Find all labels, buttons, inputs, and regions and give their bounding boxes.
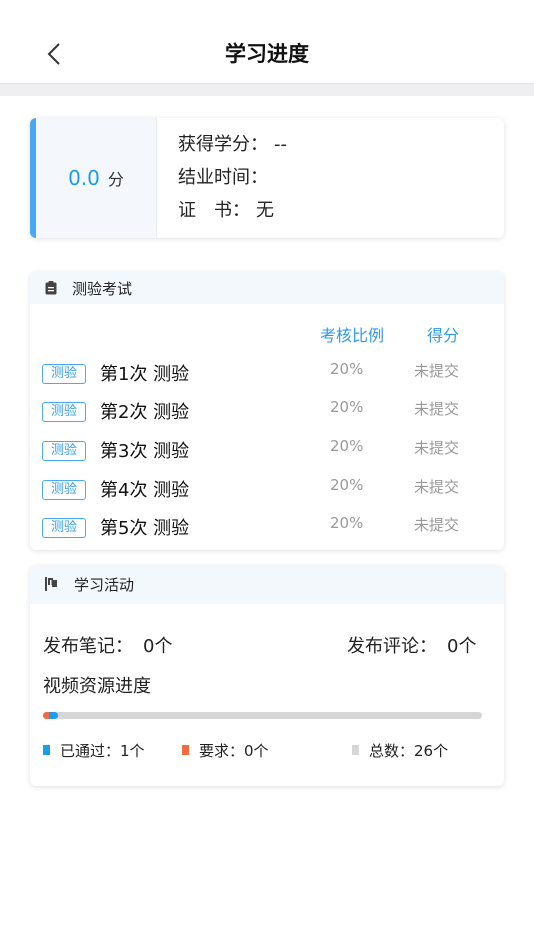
- quiz-name: 第2次 测验: [100, 402, 190, 423]
- legend-passed: 已通过：1个: [43, 740, 145, 761]
- credit-row: 获得学分： --: [178, 132, 287, 165]
- activity-section-title: 学习活动: [74, 576, 135, 594]
- quiz-name: 第5次 测验: [100, 518, 190, 539]
- quiz-status: 未提交: [414, 400, 460, 418]
- quiz-name: 第1次 测验: [100, 364, 190, 385]
- quiz-tag: 测验: [42, 402, 86, 422]
- score-column-header: 得分: [427, 326, 460, 345]
- legend-total-marker: [352, 745, 359, 755]
- score-summary: 0.0 分: [36, 118, 157, 238]
- quiz-status: 未提交: [414, 478, 460, 496]
- quiz-ratio: 20%: [330, 476, 364, 494]
- activity-section-header: 学习活动: [30, 566, 504, 604]
- quiz-ratio: 20%: [330, 398, 364, 416]
- quiz-ratio: 20%: [330, 437, 364, 455]
- quiz-ratio: 20%: [330, 514, 364, 532]
- comments-count: 发布评论： 0个: [347, 632, 476, 658]
- legend-passed-text: 已通过：1个: [60, 742, 145, 760]
- quiz-tag: 测验: [42, 364, 86, 384]
- page-title: 学习进度: [225, 42, 309, 66]
- video-progress-bar: [43, 712, 482, 719]
- legend-passed-marker: [43, 745, 50, 755]
- ratio-column-header: 考核比例: [320, 326, 385, 345]
- clipboard-icon: [45, 281, 57, 295]
- legend-required: 要求：0个: [182, 740, 269, 761]
- completion-row: 结业时间：: [178, 165, 287, 198]
- quiz-card: 测验考试 考核比例 得分 测验 第1次 测验 20% 未提交 测验 第2次 测验…: [30, 272, 504, 550]
- activity-card: 学习活动 发布笔记： 0个 发布评论： 0个 视频资源进度 已通过：1个 要求：0个…: [30, 566, 504, 786]
- score-value: 0.0: [68, 166, 100, 190]
- quiz-status: 未提交: [414, 362, 460, 380]
- quiz-section-title: 测验考试: [72, 280, 133, 298]
- legend-required-text: 要求：0个: [199, 742, 269, 760]
- certificate-row: 证 书： 无: [178, 198, 287, 231]
- quiz-row[interactable]: 测验 第3次 测验 20% 未提交: [30, 435, 504, 473]
- quiz-tag: 测验: [42, 441, 86, 461]
- legend-total: 总数：26个: [352, 740, 448, 761]
- notes-value: 0个: [143, 636, 173, 657]
- certificate-label: 证 书：: [178, 200, 250, 221]
- comments-value: 0个: [447, 636, 477, 657]
- legend-total-text: 总数：26个: [369, 742, 449, 760]
- notes-label: 发布笔记：: [43, 636, 133, 657]
- quiz-name: 第3次 测验: [100, 441, 190, 462]
- quiz-tag: 测验: [42, 518, 86, 538]
- comments-label: 发布评论：: [347, 636, 437, 657]
- quiz-status: 未提交: [414, 516, 460, 534]
- nav-bar: 学习进度: [0, 0, 534, 84]
- credit-value: --: [274, 134, 287, 155]
- quiz-tag: 测验: [42, 480, 86, 500]
- quiz-section-header: 测验考试: [30, 272, 504, 304]
- quiz-ratio: 20%: [330, 360, 364, 378]
- completion-label: 结业时间：: [178, 167, 268, 188]
- credit-label: 获得学分：: [178, 134, 268, 155]
- quiz-row[interactable]: 测验 第1次 测验 20% 未提交: [30, 358, 504, 396]
- header-divider: [0, 84, 534, 96]
- flag-icon: [45, 577, 57, 591]
- quiz-status: 未提交: [414, 439, 460, 457]
- score-info: 获得学分： -- 结业时间： 证 书： 无: [178, 132, 287, 231]
- certificate-value: 无: [256, 200, 274, 221]
- video-progress-title: 视频资源进度: [43, 676, 151, 697]
- notes-count: 发布笔记： 0个: [43, 632, 172, 658]
- quiz-name: 第4次 测验: [100, 480, 190, 501]
- quiz-row[interactable]: 测验 第5次 测验 20% 未提交: [30, 512, 504, 550]
- score-card: 0.0 分 获得学分： -- 结业时间： 证 书： 无: [30, 118, 504, 238]
- score-unit: 分: [107, 170, 124, 189]
- quiz-row[interactable]: 测验 第2次 测验 20% 未提交: [30, 396, 504, 434]
- quiz-row[interactable]: 测验 第4次 测验 20% 未提交: [30, 474, 504, 512]
- progress-passed-fill: [49, 712, 58, 719]
- legend-required-marker: [182, 745, 189, 755]
